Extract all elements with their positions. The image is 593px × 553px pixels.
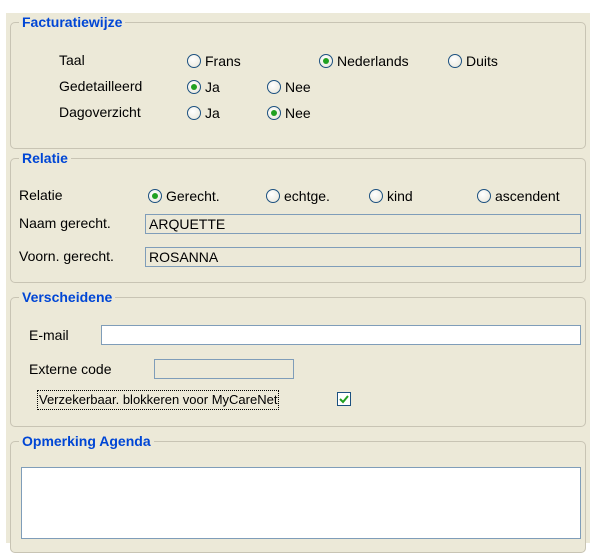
taal-label: Taal	[59, 52, 85, 68]
email-label: E-mail	[29, 327, 69, 343]
gedetailleerd-label: Gedetailleerd	[59, 78, 143, 94]
dagoverzicht-option-label: Ja	[205, 105, 220, 121]
gedetailleerd-option-label: Ja	[205, 79, 220, 95]
opmerking-agenda-textarea[interactable]	[21, 467, 581, 539]
dagoverzicht-radio-ja[interactable]: Ja	[187, 104, 220, 122]
radio-button-icon[interactable]	[187, 54, 201, 68]
gedetailleerd-radio-ja[interactable]: Ja	[187, 78, 220, 96]
taal-option-label: Nederlands	[337, 53, 409, 69]
radio-button-checked-icon[interactable]	[267, 106, 281, 120]
relatie-title: Relatie	[19, 149, 71, 167]
radio-button-icon[interactable]	[369, 189, 383, 203]
radio-button-icon[interactable]	[477, 189, 491, 203]
blokkeren-mycarenet-label[interactable]: Verzekerbaar. blokkeren voor MyCareNet	[37, 390, 280, 410]
verscheidene-group: Verscheidene E-mail Externe code Verzeke…	[10, 288, 586, 427]
relatie-group: Relatie Relatie Gerecht. echtge. kind as…	[10, 149, 586, 283]
opmerking-agenda-title: Opmerking Agenda	[19, 432, 154, 450]
relatie-option-label: kind	[387, 188, 413, 204]
checkmark-icon	[339, 395, 349, 404]
relatie-radio-kind[interactable]: kind	[369, 187, 413, 205]
naam-gerecht-field[interactable]: ARQUETTE	[145, 214, 581, 234]
taal-option-label: Duits	[466, 53, 498, 69]
radio-button-checked-icon[interactable]	[148, 189, 162, 203]
facturatiewijze-group: Facturatiewijze Taal Frans Nederlands Du…	[10, 13, 586, 149]
relatie-option-label: echtge.	[284, 188, 330, 204]
dagoverzicht-option-label: Nee	[285, 105, 311, 121]
gedetailleerd-option-label: Nee	[285, 79, 311, 95]
email-field[interactable]	[101, 325, 581, 345]
relatie-radio-gerecht[interactable]: Gerecht.	[148, 187, 220, 205]
taal-radio-nederlands[interactable]: Nederlands	[319, 52, 409, 70]
voornaam-gerecht-label: Voorn. gerecht.	[19, 248, 114, 264]
externe-code-label: Externe code	[29, 361, 112, 377]
form-panel: Facturatiewijze Taal Frans Nederlands Du…	[6, 13, 590, 553]
radio-button-icon[interactable]	[187, 106, 201, 120]
naam-gerecht-label: Naam gerecht.	[19, 215, 111, 231]
voornaam-gerecht-field[interactable]: ROSANNA	[145, 247, 581, 267]
relatie-label: Relatie	[19, 187, 63, 203]
relatie-radio-ascendent[interactable]: ascendent	[477, 187, 560, 205]
relatie-option-label: ascendent	[495, 188, 560, 204]
facturatiewijze-title: Facturatiewijze	[19, 13, 126, 31]
radio-button-icon[interactable]	[267, 80, 281, 94]
relatie-radio-echtge[interactable]: echtge.	[266, 187, 330, 205]
taal-option-label: Frans	[205, 53, 241, 69]
taal-radio-duits[interactable]: Duits	[448, 52, 498, 70]
radio-button-icon[interactable]	[448, 54, 462, 68]
dagoverzicht-label: Dagoverzicht	[59, 104, 141, 120]
relatie-option-label: Gerecht.	[166, 188, 220, 204]
gedetailleerd-radio-nee[interactable]: Nee	[267, 78, 311, 96]
verscheidene-title: Verscheidene	[19, 288, 116, 306]
radio-button-icon[interactable]	[266, 189, 280, 203]
opmerking-agenda-group: Opmerking Agenda	[10, 432, 586, 553]
radio-button-checked-icon[interactable]	[319, 54, 333, 68]
externe-code-field[interactable]	[154, 359, 294, 379]
blokkeren-mycarenet-checkbox[interactable]	[337, 392, 351, 406]
dagoverzicht-radio-nee[interactable]: Nee	[267, 104, 311, 122]
taal-radio-frans[interactable]: Frans	[187, 52, 241, 70]
radio-button-checked-icon[interactable]	[187, 80, 201, 94]
